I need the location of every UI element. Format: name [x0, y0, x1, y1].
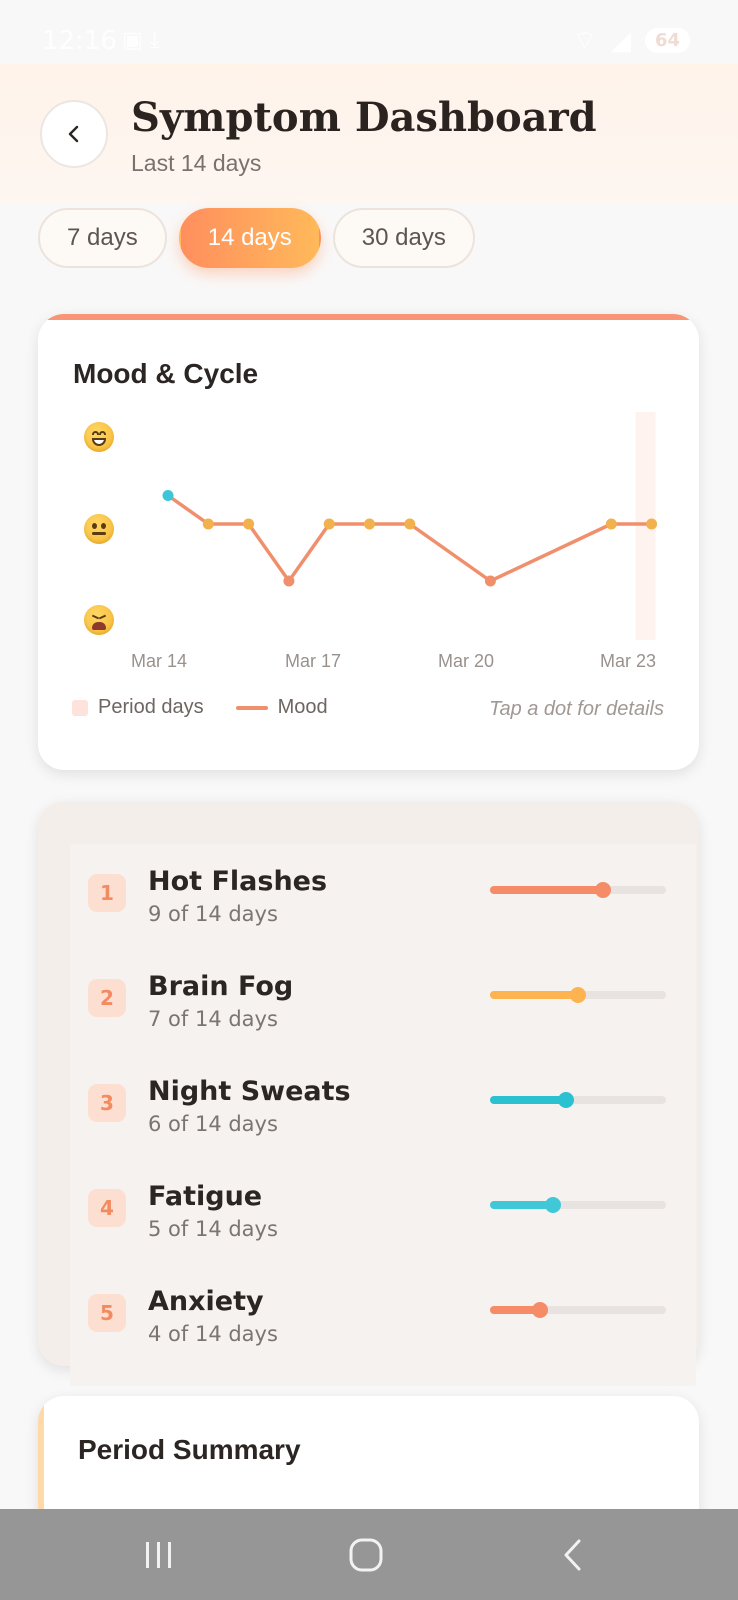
mood-data-point[interactable]	[202, 518, 214, 530]
symptom-name: Hot Flashes	[148, 866, 328, 897]
status-notification-icons: ▣ ⤓	[122, 28, 160, 53]
frequency-bar-dot	[557, 1092, 574, 1108]
frequency-bar-dot	[544, 1197, 561, 1213]
chart-hint: Tap a dot for details	[489, 698, 664, 720]
symptom-count: 7 of 14 days	[148, 1007, 278, 1031]
frequency-bar	[490, 1302, 666, 1318]
frequency-bar-fill	[490, 991, 578, 999]
tab-14-days[interactable]: 14 days	[178, 208, 321, 268]
rank-badge: 4	[88, 1189, 126, 1227]
frequency-bar	[490, 987, 666, 1003]
chart-legend: Period days Mood	[72, 696, 328, 719]
mood-data-point[interactable]	[484, 575, 496, 587]
back-icon	[564, 1539, 581, 1571]
mood-data-point[interactable]	[646, 518, 658, 530]
frequency-bar-fill	[490, 886, 604, 894]
period-card-title: Period Summary	[78, 1434, 301, 1465]
frequency-bar-fill	[490, 1096, 566, 1104]
mood-data-point[interactable]	[162, 490, 174, 501]
back-button[interactable]	[40, 100, 108, 168]
recent-apps-icon	[146, 1542, 171, 1568]
system-nav-bar	[0, 1509, 738, 1600]
chevron-left-icon	[68, 125, 79, 143]
frequency-bar-dot	[532, 1302, 549, 1318]
symptom-row[interactable]: 4 Fatigue 5 of 14 days	[70, 1181, 670, 1253]
recent-apps-button[interactable]	[129, 1531, 189, 1579]
frequency-bar	[490, 1092, 666, 1108]
mood-data-point[interactable]	[364, 518, 375, 530]
mood-cycle-card: Mood & Cycle Mar 14 Mar 17 Mar 20 Mar 23…	[38, 314, 699, 770]
status-time: 12:16	[42, 26, 117, 56]
rank-badge: 3	[88, 1084, 126, 1122]
symptom-count: 4 of 14 days	[148, 1322, 278, 1346]
tab-30-days[interactable]: 30 days	[332, 208, 475, 268]
rank-badge: 5	[88, 1294, 126, 1332]
frequency-bar	[490, 882, 666, 898]
battery-icon: 64	[644, 28, 690, 53]
mood-data-point[interactable]	[283, 575, 295, 587]
symptom-count: 5 of 14 days	[148, 1217, 278, 1241]
symptom-name: Fatigue	[148, 1181, 263, 1212]
rank-badge: 1	[88, 874, 126, 912]
mood-legend-label: Mood	[277, 696, 328, 718]
mood-data-point[interactable]	[605, 518, 617, 530]
x-tick-label: Mar 23	[600, 651, 657, 671]
frequency-bar-dot	[570, 987, 586, 1003]
mood-data-point[interactable]	[243, 518, 255, 530]
back-nav-button[interactable]	[543, 1531, 603, 1579]
frequency-bar	[490, 1197, 666, 1213]
signal-icon: ◢	[610, 25, 631, 56]
x-tick-label: Mar 17	[285, 651, 342, 671]
symptom-count: 6 of 14 days	[148, 1112, 278, 1136]
mood-data-point[interactable]	[404, 518, 416, 530]
period-legend-swatch	[72, 699, 88, 716]
mood-legend-swatch	[235, 705, 268, 710]
x-tick-label: Mar 20	[438, 651, 495, 671]
home-icon	[349, 1538, 383, 1572]
x-tick-label: Mar 14	[131, 651, 188, 671]
mood-data-point[interactable]	[323, 518, 335, 530]
page-subtitle: Last 14 days	[131, 150, 262, 176]
wifi-icon: ⌔	[572, 26, 597, 56]
home-button[interactable]	[336, 1531, 396, 1579]
rank-badge: 2	[88, 979, 126, 1017]
mood-series-line	[166, 494, 652, 583]
symptom-count: 9 of 14 days	[148, 902, 278, 926]
symptom-row[interactable]: 1 Hot Flashes 9 of 14 days	[70, 866, 670, 938]
symptom-name: Brain Fog	[148, 971, 294, 1002]
symptom-name: Night Sweats	[148, 1076, 351, 1107]
range-tabs: 7 days 14 days 30 days	[38, 208, 475, 268]
page-title: Symptom Dashboard	[131, 94, 597, 141]
symptom-name: Anxiety	[148, 1286, 264, 1317]
tab-7-days[interactable]: 7 days	[38, 208, 167, 268]
status-indicators: ⌔ ◢ 64	[572, 24, 690, 57]
frequency-bar-fill	[490, 1201, 553, 1209]
symptom-row[interactable]: 3 Night Sweats 6 of 14 days	[70, 1076, 670, 1148]
mood-line-chart	[162, 412, 658, 640]
symptom-row[interactable]: 5 Anxiety 4 of 14 days	[70, 1286, 670, 1358]
symptom-row[interactable]: 2 Brain Fog 7 of 14 days	[70, 971, 670, 1043]
period-legend-label: Period days	[98, 696, 204, 718]
frequency-bar-dot	[595, 882, 612, 898]
